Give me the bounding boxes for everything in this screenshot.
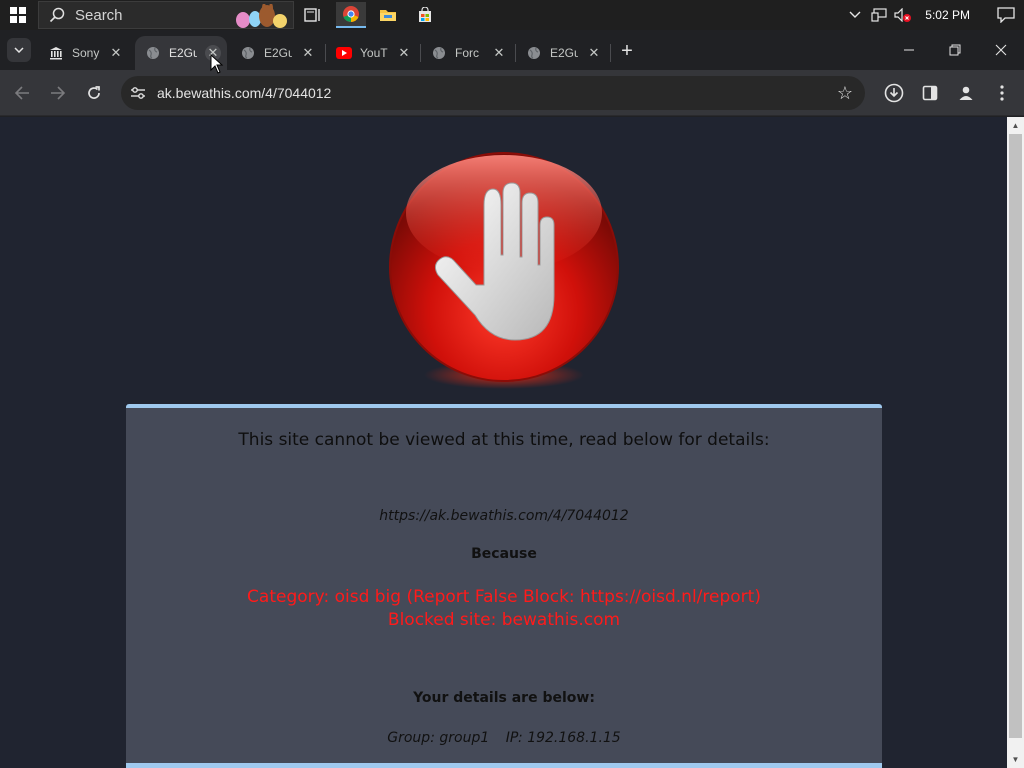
side-panel-icon[interactable] [918,81,942,105]
bookmark-star-icon[interactable]: ☆ [835,83,855,103]
stop-hand-icon [380,145,628,405]
browser-toolbar: ak.bewathis.com/4/7044012 ☆ [0,70,1024,116]
file-explorer-icon[interactable] [373,2,403,28]
search-placeholder: Search [75,6,123,24]
back-button[interactable] [8,79,36,107]
close-tab-icon[interactable]: ✕ [108,45,124,61]
arrow-left-icon [14,86,29,100]
block-title: This site cannot be viewed at this time,… [238,430,770,450]
youtube-icon [336,45,352,61]
network-icon[interactable] [867,0,891,30]
chevron-down-icon [14,47,24,53]
reload-button[interactable] [80,79,108,107]
tab-title: E2Gu [550,46,578,60]
block-notice-panel: This site cannot be viewed at this time,… [126,404,882,768]
url-text[interactable]: ak.bewathis.com/4/7044012 [157,85,331,101]
tab-title: Forc [455,46,479,60]
chrome-icon[interactable] [336,2,366,28]
vertical-scrollbar[interactable]: ▲ ▼ [1007,117,1024,768]
chevron-up-icon[interactable] [843,0,867,30]
close-tab-icon[interactable]: ✕ [300,45,316,61]
tab-e2gu[interactable]: E2Gu ✕ [230,36,322,70]
scroll-up-arrow-icon[interactable]: ▲ [1007,117,1024,134]
restore-button[interactable] [932,30,978,70]
globe-icon [145,45,161,61]
tab-forc[interactable]: Forc ✕ [421,36,513,70]
group-value: Group: group1 [387,730,490,746]
blocked-site: Blocked site: bewathis.com [387,610,621,630]
tab-youtube[interactable]: YouT ✕ [326,36,418,70]
blocked-url: https://ak.bewathis.com/4/7044012 [379,508,629,524]
close-tab-icon[interactable]: ✕ [491,45,507,61]
museum-icon [48,45,64,61]
download-icon[interactable] [882,81,906,105]
globe-icon [526,45,542,61]
reload-icon [88,86,100,99]
block-reason: Category: oisd big (Report False Block: … [126,586,882,632]
ip-value: IP: 192.168.1.15 [505,730,621,746]
tab-title: E2Gu [169,46,197,60]
new-tab-button[interactable]: + [615,40,639,62]
volume-muted-icon[interactable] [891,0,915,30]
tab-sony[interactable]: Sony ✕ [38,36,130,70]
clock[interactable]: 5:02 PM [915,8,988,22]
tab-e2gu-last[interactable]: E2Gu ✕ [516,36,608,70]
address-bar[interactable]: ak.bewathis.com/4/7044012 ☆ [121,76,865,110]
profile-icon[interactable] [954,81,978,105]
close-window-button[interactable] [978,30,1024,70]
globe-icon [240,45,256,61]
menu-kebab-icon[interactable] [990,81,1014,105]
task-view-icon[interactable] [298,2,328,28]
user-details: Group: group1 IP: 192.168.1.15 [126,730,882,746]
close-tab-icon[interactable]: ✕ [396,45,412,61]
system-tray: 5:02 PM [843,0,1024,30]
search-icon [39,7,75,23]
windows-taskbar: Search 5:02 PM [0,0,1024,30]
windows-icon [10,7,26,23]
block-category: Category: oisd big (Report False Block: … [247,587,761,607]
arrow-right-icon [51,86,66,100]
page-content: This site cannot be viewed at this time,… [0,117,1007,768]
easter-eggs-icon [231,3,291,28]
close-tab-icon[interactable]: ✕ [586,45,602,61]
details-heading: Your details are below: [413,690,595,706]
minimize-button[interactable] [886,30,932,70]
scroll-thumb[interactable] [1009,134,1022,738]
scroll-down-arrow-icon[interactable]: ▼ [1007,751,1024,768]
panel-bottom-border [126,763,882,768]
tab-search-button[interactable] [7,38,31,62]
tab-title: E2Gu [264,46,292,60]
notifications-icon[interactable] [988,0,1024,30]
store-icon[interactable] [410,2,440,28]
tab-title: YouT [360,46,388,60]
start-button[interactable] [0,0,36,30]
tab-title: Sony [72,46,100,60]
forward-button[interactable] [44,79,72,107]
globe-icon [431,45,447,61]
mouse-cursor-icon [210,53,224,74]
site-info-icon[interactable] [129,84,147,102]
tab-separator [610,44,611,62]
because-label: Because [471,546,537,562]
taskbar-search-box[interactable]: Search [38,1,294,29]
tab-strip: Sony ✕ E2Gu ✕ E2Gu ✕ YouT ✕ Forc ✕ E2Gu … [0,30,1024,70]
